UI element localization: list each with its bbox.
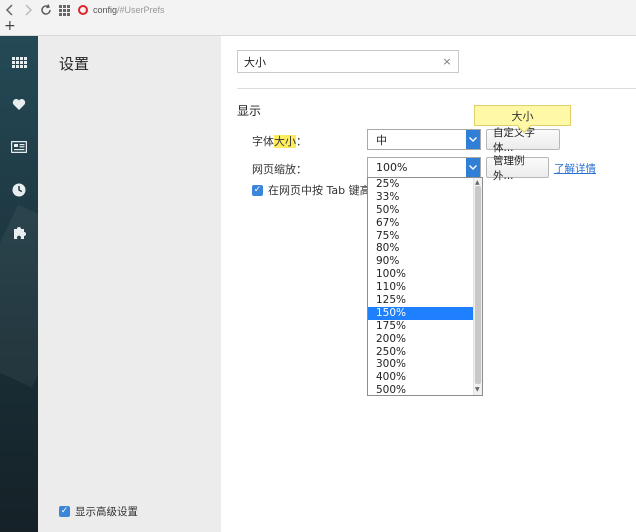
zoom-option[interactable]: 100% (368, 268, 474, 281)
tab-highlight-checkbox[interactable]: ✓ 在网页中按 Tab 键高亮 (252, 182, 382, 198)
zoom-dropdown-list[interactable]: 25% 33% 50% 67% 75% 80% 90% 100% 110% 125% 150% 175… (367, 177, 483, 396)
browser-toolbar: config/#UserPrefs + (0, 0, 636, 36)
scroll-up-icon[interactable]: ▲ (475, 179, 480, 186)
settings-title: 设置 (59, 55, 90, 73)
zoom-option[interactable]: 90% (368, 255, 474, 268)
search-match-highlight: 大小 (274, 135, 296, 148)
zoom-option[interactable]: 125% (368, 294, 474, 307)
heart-icon[interactable] (9, 94, 29, 114)
settings-search-input[interactable]: 大小 × (237, 50, 459, 73)
page-zoom-label: 网页缩放： (252, 163, 307, 176)
learn-more-link[interactable]: 了解详情 (554, 161, 596, 176)
zoom-option[interactable]: 175% (368, 320, 474, 333)
tab-highlight-label: 在网页中按 Tab 键高亮 (268, 184, 382, 197)
chevron-down-icon[interactable] (466, 130, 480, 149)
section-title-display: 显示 (237, 104, 262, 118)
font-size-select[interactable]: 中 (367, 129, 481, 150)
zoom-option[interactable]: 110% (368, 281, 474, 294)
zoom-option[interactable]: 200% (368, 333, 474, 346)
new-tab-button[interactable]: + (4, 19, 16, 33)
zoom-option[interactable]: 75% (368, 230, 474, 243)
dropdown-scrollbar[interactable]: ▲ ▼ (473, 178, 482, 395)
sidebar (0, 36, 38, 532)
zoom-option[interactable]: 25% (368, 178, 474, 191)
zoom-option[interactable]: 300% (368, 358, 474, 371)
settings-content: 大小 × 显示 字体大小： 中 自定义字体... 大小 网页缩放： 100% 管… (221, 36, 636, 532)
back-icon[interactable] (2, 2, 18, 18)
search-value: 大小 (244, 55, 266, 69)
chevron-down-icon[interactable] (466, 158, 480, 177)
extensions-icon[interactable] (9, 222, 29, 242)
font-size-label: 字体大小： (252, 133, 307, 149)
scrollbar-thumb[interactable] (475, 186, 481, 384)
zoom-option[interactable]: 50% (368, 204, 474, 217)
address-path: /#UserPrefs (117, 5, 165, 15)
address-bar[interactable]: config/#UserPrefs (74, 1, 634, 19)
zoom-option[interactable]: 500% (368, 384, 474, 395)
divider (237, 88, 636, 89)
font-size-value: 中 (376, 133, 387, 147)
show-advanced-checkbox[interactable]: ✓ 显示高级设置 (59, 504, 138, 519)
zoom-option[interactable]: 33% (368, 191, 474, 204)
speed-dial-icon[interactable] (9, 52, 29, 72)
clear-search-icon[interactable]: × (440, 54, 454, 68)
zoom-option[interactable]: 400% (368, 371, 474, 384)
reload-icon[interactable] (38, 2, 54, 18)
checkbox-checked-icon[interactable]: ✓ (59, 506, 70, 517)
settings-nav: 设置 ✓ 显示高级设置 (38, 36, 221, 532)
forward-icon[interactable] (20, 2, 36, 18)
page-zoom-value: 100% (376, 161, 408, 174)
speed-dial-grid-icon[interactable] (56, 2, 72, 18)
zoom-option[interactable]: 150% (368, 306, 474, 320)
manage-exceptions-button[interactable]: 管理例外... (486, 155, 549, 182)
scroll-down-icon[interactable]: ▼ (475, 386, 480, 393)
history-icon[interactable] (9, 180, 29, 200)
checkbox-checked-icon[interactable]: ✓ (252, 184, 263, 196)
zoom-option[interactable]: 67% (368, 217, 474, 230)
page-zoom-select[interactable]: 100% (367, 157, 481, 178)
show-advanced-label: 显示高级设置 (75, 506, 138, 518)
address-scheme: config (93, 5, 118, 15)
news-icon[interactable] (9, 137, 29, 157)
opera-logo-icon (78, 5, 88, 15)
search-tooltip: 大小 (474, 105, 571, 126)
font-size-label-colon: ： (296, 135, 307, 148)
zoom-option[interactable]: 250% (368, 346, 474, 359)
font-size-label-prefix: 字体 (252, 135, 274, 148)
zoom-option[interactable]: 80% (368, 242, 474, 255)
address-text: config/#UserPrefs (93, 5, 165, 15)
